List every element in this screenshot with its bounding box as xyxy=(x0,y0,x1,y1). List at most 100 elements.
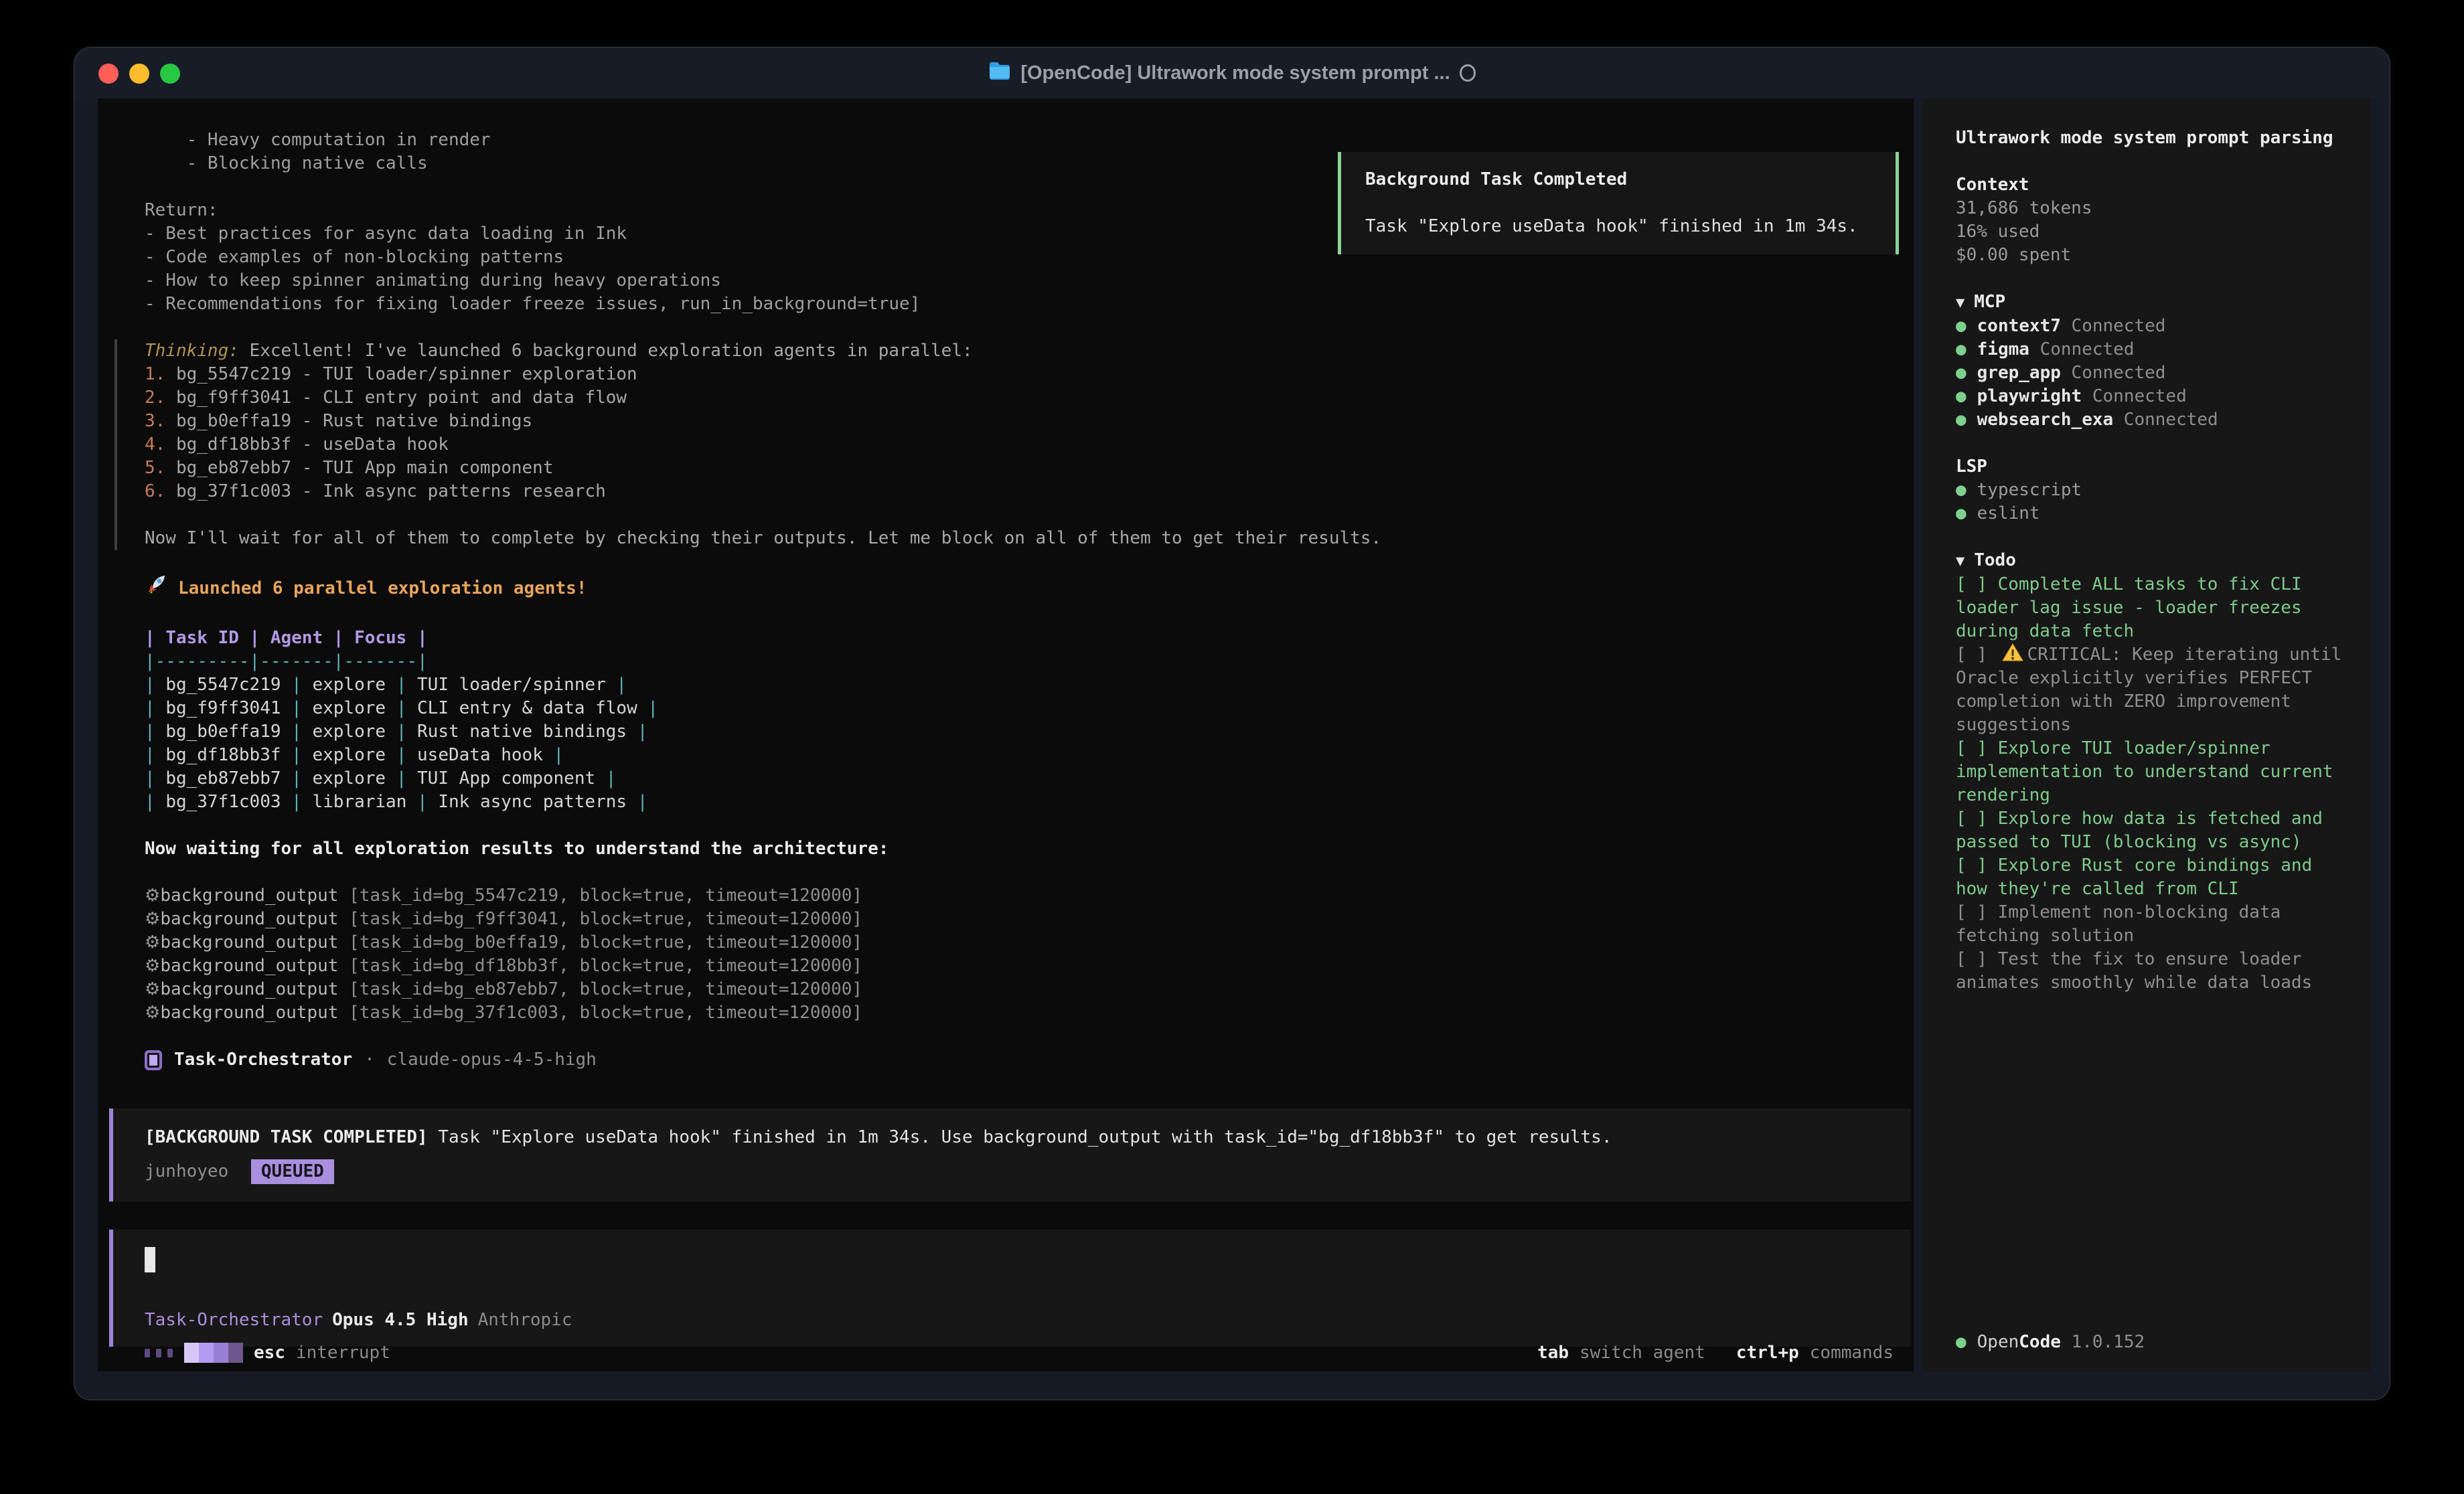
task-table-header: | Task ID | Agent | Focus | xyxy=(145,627,1914,650)
mcp-server-name: figma xyxy=(1977,339,2029,359)
agent-launch-item: 6. bg_37f1c003 - Ink async patterns rese… xyxy=(145,480,1914,503)
table-cell: librarian xyxy=(312,792,406,812)
mcp-server-status: Connected xyxy=(2113,410,2218,430)
agent-description: bg_b0effa19 - Rust native bindings xyxy=(176,411,532,431)
pipe: | xyxy=(386,745,417,765)
table-cell: Ink async patterns xyxy=(438,792,627,812)
pipe: | xyxy=(637,698,658,718)
agent-square-icon xyxy=(145,1050,162,1070)
table-row: | bg_b0effa19 | explore | Rust native bi… xyxy=(145,720,1914,744)
tab-key-hint[interactable]: tab xyxy=(1537,1341,1569,1365)
agent-number: 5. xyxy=(145,458,176,478)
pipe: | xyxy=(543,745,564,765)
mcp-section-header[interactable]: ▼ MCP xyxy=(1956,290,2344,315)
tool-name: background_output xyxy=(160,979,338,999)
todo-list: [ ] Complete ALL tasks to fix CLI loader… xyxy=(1956,573,2344,995)
tool-args: [task_id=bg_37f1c003, block=true, timeou… xyxy=(338,1003,862,1023)
tool-args: [task_id=bg_b0effa19, block=true, timeou… xyxy=(338,932,862,952)
mcp-server-name: context7 xyxy=(1977,316,2061,336)
todo-checkbox: [ ] xyxy=(1956,949,1998,969)
waiting-line: Now waiting for all exploration results … xyxy=(145,837,1914,861)
tool-call-list: ⚙background_output [task_id=bg_5547c219,… xyxy=(145,884,1914,1025)
todo-item[interactable]: [ ] Test the fix to ensure loader animat… xyxy=(1956,948,2344,995)
mcp-server-name: websearch_exa xyxy=(1977,410,2114,430)
rocket-icon xyxy=(145,574,167,603)
todo-item[interactable]: [ ] Explore how data is fetched and pass… xyxy=(1956,807,2344,854)
table-cell: TUI loader/spinner xyxy=(417,675,606,695)
esc-key-label: interrupt xyxy=(296,1341,390,1365)
esc-key-hint[interactable]: esc xyxy=(254,1341,285,1365)
agent-description: bg_37f1c003 - Ink async patterns researc… xyxy=(176,481,606,501)
version-value: 1.0.152 xyxy=(2072,1332,2145,1352)
table-cell: bg_f9ff3041 xyxy=(165,698,281,718)
todo-item[interactable]: [ ] Explore TUI loader/spinner implement… xyxy=(1956,737,2344,807)
pipe: | xyxy=(281,745,313,765)
lsp-heading: LSP xyxy=(1956,455,2344,479)
lsp-server-list: ●typescript●eslint xyxy=(1956,479,2344,525)
todo-section-header[interactable]: ▼Todo xyxy=(1956,549,2344,573)
table-cell: TUI App component xyxy=(417,768,595,788)
table-cell: bg_eb87ebb7 xyxy=(165,768,281,788)
todo-text: Complete ALL tasks to fix CLI loader lag… xyxy=(1956,574,2302,641)
prompt-input[interactable]: Task-Orchestrator Opus 4.5 High Anthropi… xyxy=(109,1230,1911,1347)
lsp-server-name: eslint xyxy=(1977,503,2040,523)
agent-attribution-row: Task-Orchestrator · claude-opus-4-5-high xyxy=(145,1048,1914,1072)
agent-number: 3. xyxy=(145,411,176,431)
gear-icon: ⚙ xyxy=(145,886,160,906)
table-cell: bg_5547c219 xyxy=(165,675,281,695)
status-dot-icon: ● xyxy=(1956,316,1967,336)
table-cell: Rust native bindings xyxy=(417,722,627,742)
tool-call-line: ⚙background_output [task_id=bg_f9ff3041,… xyxy=(145,908,1914,931)
pipe: | xyxy=(145,768,165,788)
agent-launch-item: 3. bg_b0effa19 - Rust native bindings xyxy=(145,410,1914,433)
pipe: | xyxy=(606,675,627,695)
sidebar: Ultrawork mode system prompt parsing Con… xyxy=(1922,98,2371,1372)
mcp-server-status: Connected xyxy=(2061,316,2166,336)
todo-checkbox: [ ] xyxy=(1956,855,1998,876)
chevron-down-icon: ▼ xyxy=(1956,295,1965,311)
status-bar: esc interrupt tab switch agent ctrl+p co… xyxy=(98,1338,1914,1372)
ctrlp-key-hint[interactable]: ctrl+p xyxy=(1736,1341,1799,1365)
proxy-circle-icon xyxy=(1460,64,1476,82)
todo-item[interactable]: [ ] Implement non-blocking data fetching… xyxy=(1956,901,2344,948)
pipe: | xyxy=(386,675,417,695)
table-row: | bg_f9ff3041 | explore | CLI entry & da… xyxy=(145,697,1914,720)
status-dot-icon: ● xyxy=(1956,503,1967,523)
dot-separator: · xyxy=(364,1048,375,1072)
user-name: junhoyeo xyxy=(145,1161,228,1181)
tool-args: [task_id=bg_eb87ebb7, block=true, timeou… xyxy=(338,979,862,999)
agent-number: 6. xyxy=(145,481,176,501)
status-dot-icon: ● xyxy=(1956,1332,1967,1352)
table-cell: explore xyxy=(312,745,386,765)
tool-call-line: ⚙background_output [task_id=bg_b0effa19,… xyxy=(145,931,1914,954)
status-bar-left: esc interrupt xyxy=(145,1341,390,1365)
table-cell: explore xyxy=(312,698,386,718)
status-dot-icon: ● xyxy=(1956,410,1967,430)
todo-checkbox: [ ] xyxy=(1956,574,1998,594)
todo-checkbox: [ ] xyxy=(1956,645,1998,665)
gear-icon: ⚙ xyxy=(145,932,160,952)
table-cell: bg_37f1c003 xyxy=(165,792,281,812)
thinking-wait-text: Now I'll wait for all of them to complet… xyxy=(145,527,1914,550)
todo-item[interactable]: [ ] CRITICAL: Keep iterating until Oracl… xyxy=(1956,643,2344,737)
agent-description: bg_eb87ebb7 - TUI App main component xyxy=(176,458,554,478)
mcp-server-item: ● context7 Connected xyxy=(1956,315,2344,338)
thinking-label: Thinking: xyxy=(145,341,239,361)
pipe: | xyxy=(386,768,417,788)
pipe: | xyxy=(386,722,417,742)
table-row: | bg_eb87ebb7 | explore | TUI App compon… xyxy=(145,767,1914,791)
mcp-server-item: ●figma Connected xyxy=(1956,338,2344,361)
table-cell: bg_b0effa19 xyxy=(165,722,281,742)
mcp-heading: MCP xyxy=(1974,292,2005,312)
todo-item[interactable]: [ ] Explore Rust core bindings and how t… xyxy=(1956,854,2344,901)
todo-checkbox: [ ] xyxy=(1956,809,1998,829)
pipe: | xyxy=(145,792,165,812)
brand-code: Code xyxy=(2019,1332,2061,1352)
title-bar: [OpenCode] Ultrawork mode system prompt … xyxy=(74,48,2390,98)
todo-item[interactable]: [ ] Complete ALL tasks to fix CLI loader… xyxy=(1956,573,2344,643)
status-dot-icon: ● xyxy=(1956,363,1967,383)
tool-args: [task_id=bg_df18bb3f, block=true, timeou… xyxy=(338,956,862,976)
pipe: | xyxy=(145,698,165,718)
notification-title: Background Task Completed xyxy=(1365,168,1871,191)
input-model-name: Opus 4.5 High xyxy=(332,1309,469,1332)
